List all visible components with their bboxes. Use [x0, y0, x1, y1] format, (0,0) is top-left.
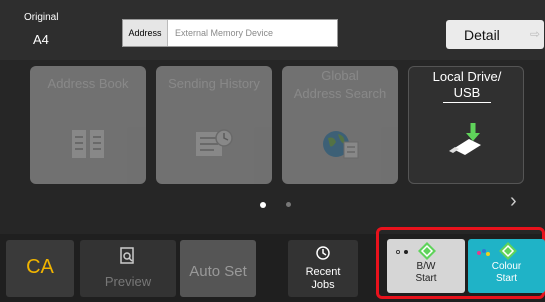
bw-start-label-line2: Start [415, 273, 437, 284]
history-icon [316, 246, 330, 260]
start-diamond-icon [418, 242, 436, 260]
address-book-icon [72, 130, 104, 158]
page-dot[interactable] [286, 202, 291, 207]
auto-set-button[interactable]: Auto Set [180, 240, 256, 297]
sending-history-icon [196, 129, 233, 156]
ca-button[interactable]: CA [6, 240, 74, 297]
original-size-value[interactable]: A4 [33, 32, 49, 47]
address-value: External Memory Device [175, 28, 274, 38]
colour-mode-icon [477, 249, 490, 256]
tile-local-drive-label-line2: USB [453, 85, 481, 100]
recent-jobs-label-line2: Jobs [311, 279, 335, 291]
colour-start-label-line1: Colour [491, 261, 522, 272]
preview-button[interactable]: Preview [80, 240, 176, 297]
preview-button-label: Preview [104, 274, 152, 289]
detail-button-label: Detail [464, 27, 500, 43]
preview-icon [120, 247, 134, 264]
tile-global-label-line1: Global [321, 68, 359, 83]
top-bar: Original A4 Address External Memory Devi… [0, 0, 545, 60]
bw-start-button[interactable]: B/W Start [387, 239, 465, 293]
page-dot-active[interactable] [260, 202, 266, 208]
tile-sending-history-label: Sending History [168, 76, 260, 91]
address-label: Address [123, 20, 168, 46]
auto-set-button-label: Auto Set [189, 263, 247, 280]
ca-button-label: CA [26, 256, 54, 278]
tile-sending-history[interactable]: Sending History [156, 66, 272, 184]
bw-start-label-line1: B/W [416, 261, 436, 272]
tile-address-book[interactable]: Address Book [30, 66, 146, 184]
address-field[interactable]: Address External Memory Device [122, 19, 338, 47]
detail-button[interactable]: Detail ⇨ [446, 20, 544, 49]
tile-global-label-line2: Address Search [293, 86, 387, 101]
recent-jobs-label-line1: Recent [305, 266, 341, 278]
colour-start-button[interactable]: Colour Start [468, 239, 545, 293]
tile-global-address-search[interactable]: Global Address Search [282, 66, 398, 184]
chevron-right-icon[interactable]: › [510, 190, 517, 213]
send-screen: Original A4 Address External Memory Devi… [0, 0, 545, 302]
bw-mode-icon [396, 250, 408, 254]
tile-local-drive-usb[interactable]: Local Drive/ USB [408, 66, 524, 184]
colour-start-label-line2: Start [495, 273, 518, 284]
recent-jobs-button[interactable]: Recent Jobs [288, 240, 358, 297]
arrow-right-icon: ⇨ [529, 27, 540, 41]
usb-drive-icon [449, 123, 481, 155]
original-label: Original [24, 12, 59, 23]
tile-local-drive-label-line1: Local Drive/ [432, 69, 502, 84]
tile-address-book-label: Address Book [47, 76, 129, 91]
start-diamond-icon [499, 242, 517, 260]
tile-label-underline [443, 102, 491, 103]
global-address-search-icon [323, 131, 359, 159]
